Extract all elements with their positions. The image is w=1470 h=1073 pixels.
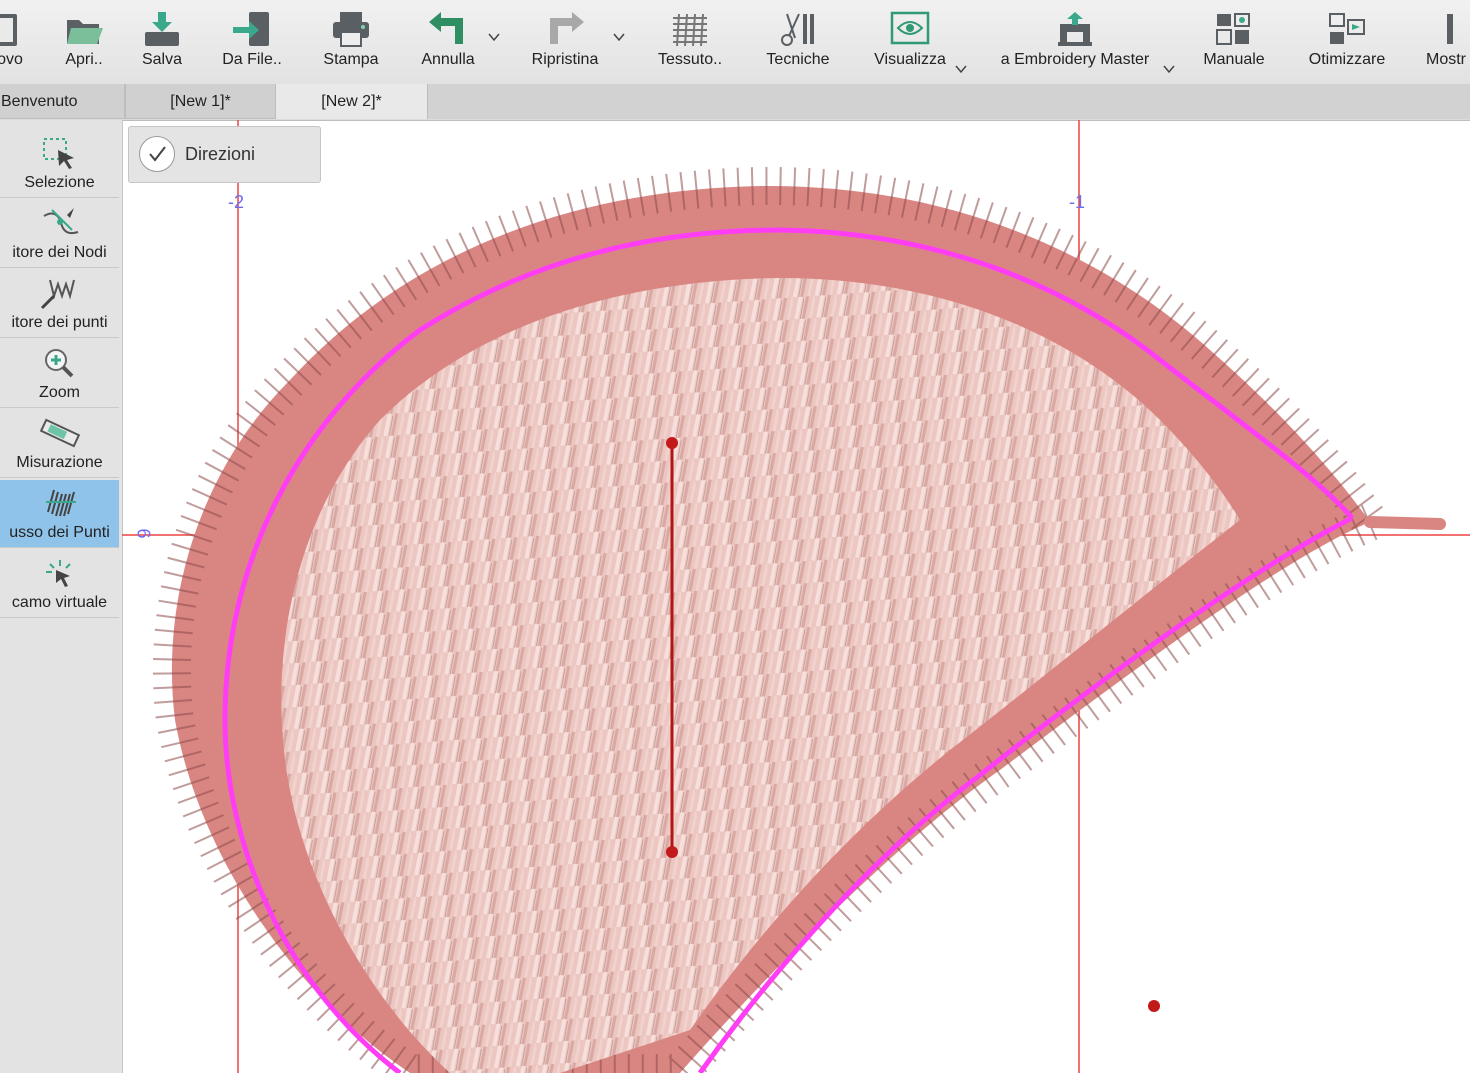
open-button[interactable]: Apri.. (56, 0, 112, 84)
new-button[interactable]: ovo (0, 0, 40, 84)
open-folder-icon (67, 20, 103, 44)
show-button[interactable]: Mostr (1418, 0, 1470, 84)
undo-dropdown-chevron-icon[interactable] (487, 30, 501, 44)
save-button-label: Salva (141, 51, 183, 68)
stitch-flow-icon (45, 489, 76, 517)
tool-stitch-flow-label: usso dei Punti (9, 524, 110, 541)
view-icon (890, 11, 930, 45)
ruler-y-label-6: 6 (133, 528, 154, 539)
tool-measure[interactable]: Misurazione (0, 410, 119, 478)
new-button-label: ovo (0, 51, 23, 68)
fabric-button-label: Tessuto.. (657, 51, 723, 68)
embroidery-master-button-label: a Embroidery Master (1000, 51, 1150, 68)
fabric-button[interactable]: Tessuto.. (648, 0, 732, 84)
optimize-icon (1329, 13, 1365, 44)
tool-node-editor-label: itore dei Nodi (12, 244, 107, 261)
ruler-x-label-minus-2: -2 (228, 192, 245, 212)
tool-stitch-flow[interactable]: usso dei Punti (0, 480, 119, 548)
print-button[interactable]: Stampa (316, 0, 386, 84)
new-document-icon (0, 14, 17, 46)
techniques-button[interactable]: Tecniche (756, 0, 840, 84)
redo-icon (550, 12, 584, 44)
redo-button-label: Ripristina (531, 51, 599, 68)
fabric-icon (673, 13, 707, 47)
show-icon (1447, 14, 1453, 44)
tab-new-2-label: [New 2]* (321, 93, 382, 110)
direction-handle-top[interactable] (666, 437, 678, 449)
ruler-x-label-minus-1: -1 (1069, 192, 1086, 212)
tool-virtual-embroidery[interactable]: camo virtuale (0, 550, 119, 618)
tool-selection[interactable]: Selezione (0, 130, 119, 198)
tab-new-1[interactable]: [New 1]* (125, 84, 276, 119)
techniques-button-label: Tecniche (766, 51, 830, 68)
show-button-label: Mostr (1426, 51, 1466, 68)
tool-zoom[interactable]: Zoom (0, 340, 119, 408)
selection-icon (42, 138, 74, 169)
import-file-button-label: Da File.. (222, 51, 282, 68)
direzioni-checkbox[interactable] (139, 136, 175, 172)
optimize-button-label: Otimizzare (1308, 51, 1386, 68)
stitch-editor-icon (40, 279, 75, 310)
zoom-icon (44, 349, 73, 378)
tool-virtual-embroidery-label: camo virtuale (11, 594, 108, 611)
document-tab-bar: Benvenuto [New 1]* [New 2]* (0, 84, 1470, 121)
embroidery-canvas[interactable] (122, 120, 1470, 1073)
redo-dropdown-chevron-icon[interactable] (612, 30, 626, 44)
import-file-button[interactable]: Da File.. (214, 0, 290, 84)
embroidery-master-button[interactable]: a Embroidery Master (990, 0, 1160, 84)
manual-icon (1216, 13, 1250, 45)
open-button-label: Apri.. (65, 51, 103, 68)
techniques-icon (781, 13, 814, 46)
direzioni-toggle[interactable]: Direzioni (128, 126, 321, 183)
tool-selection-label: Selezione (24, 174, 95, 191)
embroidery-master-dropdown-chevron-icon[interactable] (1162, 62, 1176, 76)
checkmark-icon (149, 146, 166, 162)
tab-bar-empty-area (427, 84, 1470, 119)
undo-icon (429, 12, 463, 44)
tool-node-editor[interactable]: itore dei Nodi (0, 200, 119, 268)
undo-button-label: Annulla (421, 51, 475, 68)
undo-button[interactable]: Annulla (412, 0, 484, 84)
import-file-icon (233, 12, 269, 46)
view-dropdown-chevron-icon[interactable] (954, 62, 968, 76)
measure-icon (39, 418, 80, 448)
view-button-label: Visualizza (874, 51, 946, 68)
manual-button-label: Manuale (1203, 51, 1265, 68)
tab-new-1-label: [New 1]* (170, 93, 231, 110)
tab-benvenuto[interactable]: Benvenuto (0, 84, 125, 119)
tab-benvenuto-label: Benvenuto (1, 93, 78, 110)
print-button-label: Stampa (323, 51, 379, 68)
view-button[interactable]: Visualizza (864, 0, 956, 84)
save-icon (145, 12, 179, 46)
tab-new-2[interactable]: [New 2]* (276, 84, 427, 119)
save-button[interactable]: Salva (134, 0, 190, 84)
node-editor-icon (43, 208, 78, 235)
embroidery-machine-icon (1058, 12, 1092, 46)
optimize-button[interactable]: Otimizzare (1300, 0, 1394, 84)
tool-panel: Selezione itore dei Nodi itore dei punti… (0, 120, 123, 1073)
main-toolbar: ovo Apri.. Salva Da File.. Stampa Annull… (0, 0, 1470, 85)
tool-stitch-editor-label: itore dei punti (11, 314, 108, 331)
tool-zoom-label: Zoom (39, 384, 80, 401)
direction-handle-bottom[interactable] (666, 846, 678, 858)
redo-button[interactable]: Ripristina (522, 0, 608, 84)
tool-measure-label: Misurazione (16, 454, 103, 471)
stitch-point-marker[interactable] (1148, 1000, 1160, 1012)
manual-button[interactable]: Manuale (1192, 0, 1276, 84)
direzioni-label: Direzioni (185, 144, 256, 164)
tool-stitch-editor[interactable]: itore dei punti (0, 270, 119, 338)
virtual-embroidery-icon (45, 560, 71, 587)
print-icon (333, 12, 369, 47)
